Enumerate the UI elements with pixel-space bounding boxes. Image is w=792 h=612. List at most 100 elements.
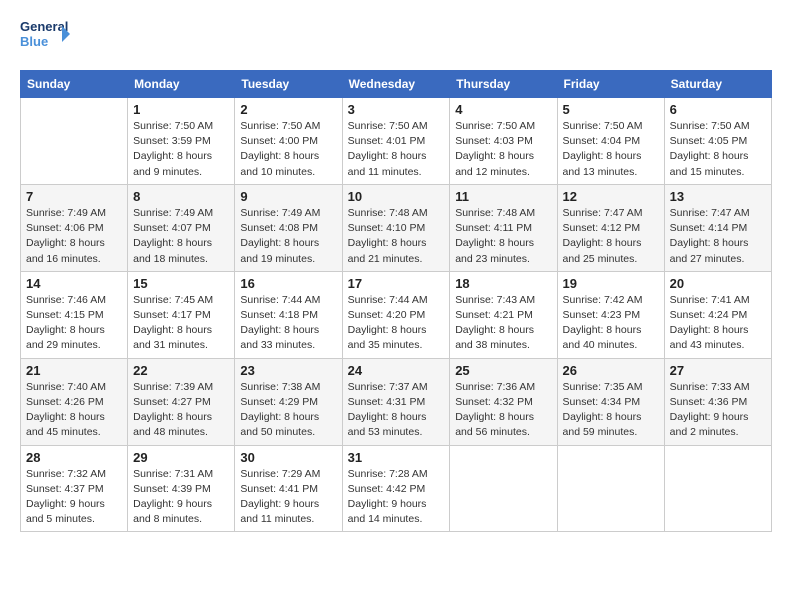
day-info: Sunrise: 7:50 AMSunset: 4:01 PMDaylight:… xyxy=(348,119,445,180)
svg-text:General: General xyxy=(20,19,68,34)
svg-text:Blue: Blue xyxy=(20,34,48,49)
day-info: Sunrise: 7:50 AMSunset: 3:59 PMDaylight:… xyxy=(133,119,229,180)
calendar-cell: 13 Sunrise: 7:47 AMSunset: 4:14 PMDayligh… xyxy=(664,184,771,271)
calendar-cell: 2Sunrise: 7:50 AMSunset: 4:00 PMDaylight… xyxy=(235,98,342,185)
day-info: Sunrise: 7:49 AMSunset: 4:06 PMDaylight:… xyxy=(26,206,122,267)
day-info: Sunrise: 7:48 AMSunset: 4:10 PMDaylight:… xyxy=(348,206,445,267)
header-cell-tuesday: Tuesday xyxy=(235,71,342,98)
day-info: Sunrise: 7:44 AMSunset: 4:20 PMDaylight:… xyxy=(348,293,445,354)
day-info: Sunrise: 7:31 AMSunset: 4:39 PMDaylight:… xyxy=(133,467,229,528)
week-row-2: 7Sunrise: 7:49 AMSunset: 4:06 PMDaylight… xyxy=(21,184,772,271)
day-info: Sunrise: 7:44 AMSunset: 4:18 PMDaylight:… xyxy=(240,293,336,354)
day-number: 29 xyxy=(133,450,229,465)
header-cell-friday: Friday xyxy=(557,71,664,98)
calendar-cell: 19 Sunrise: 7:42 AMSunset: 4:23 PMDayligh… xyxy=(557,271,664,358)
day-number: 9 xyxy=(240,189,336,204)
day-info: Sunrise: 7:45 AMSunset: 4:17 PMDaylight:… xyxy=(133,293,229,354)
calendar-cell: 25 Sunrise: 7:36 AMSunset: 4:32 PMDayligh… xyxy=(450,358,557,445)
calendar-cell: 21Sunrise: 7:40 AMSunset: 4:26 PMDayligh… xyxy=(21,358,128,445)
day-info: Sunrise: 7:49 AMSunset: 4:07 PMDaylight:… xyxy=(133,206,229,267)
day-number: 19 xyxy=(563,276,659,291)
day-number: 8 xyxy=(133,189,229,204)
week-row-3: 14Sunrise: 7:46 AMSunset: 4:15 PMDayligh… xyxy=(21,271,772,358)
calendar-cell xyxy=(557,445,664,532)
week-row-4: 21Sunrise: 7:40 AMSunset: 4:26 PMDayligh… xyxy=(21,358,772,445)
calendar-cell: 11 Sunrise: 7:48 AMSunset: 4:11 PMDayligh… xyxy=(450,184,557,271)
logo: General Blue xyxy=(20,16,70,60)
day-number: 3 xyxy=(348,102,445,117)
day-info: Sunrise: 7:35 AMSunset: 4:34 PMDaylight:… xyxy=(563,380,659,441)
day-info: Sunrise: 7:47 AMSunset: 4:12 PMDaylight:… xyxy=(563,206,659,267)
day-info: Sunrise: 7:42 AMSunset: 4:23 PMDaylight:… xyxy=(563,293,659,354)
header-cell-wednesday: Wednesday xyxy=(342,71,450,98)
day-info: Sunrise: 7:48 AMSunset: 4:11 PMDaylight:… xyxy=(455,206,551,267)
calendar-cell: 9 Sunrise: 7:49 AMSunset: 4:08 PMDaylight… xyxy=(235,184,342,271)
logo-svg: General Blue xyxy=(20,16,70,60)
calendar-cell: 16 Sunrise: 7:44 AMSunset: 4:18 PMDayligh… xyxy=(235,271,342,358)
day-number: 18 xyxy=(455,276,551,291)
calendar-cell: 24 Sunrise: 7:37 AMSunset: 4:31 PMDayligh… xyxy=(342,358,450,445)
calendar-cell: 6Sunrise: 7:50 AMSunset: 4:05 PMDaylight… xyxy=(664,98,771,185)
day-number: 25 xyxy=(455,363,551,378)
day-number: 27 xyxy=(670,363,766,378)
header-cell-saturday: Saturday xyxy=(664,71,771,98)
day-number: 13 xyxy=(670,189,766,204)
calendar-cell: 8 Sunrise: 7:49 AMSunset: 4:07 PMDaylight… xyxy=(128,184,235,271)
day-info: Sunrise: 7:38 AMSunset: 4:29 PMDaylight:… xyxy=(240,380,336,441)
calendar-cell xyxy=(21,98,128,185)
day-number: 2 xyxy=(240,102,336,117)
calendar-cell xyxy=(450,445,557,532)
day-info: Sunrise: 7:37 AMSunset: 4:31 PMDaylight:… xyxy=(348,380,445,441)
calendar-cell: 14Sunrise: 7:46 AMSunset: 4:15 PMDayligh… xyxy=(21,271,128,358)
day-number: 23 xyxy=(240,363,336,378)
day-info: Sunrise: 7:28 AMSunset: 4:42 PMDaylight:… xyxy=(348,467,445,528)
day-number: 26 xyxy=(563,363,659,378)
day-info: Sunrise: 7:41 AMSunset: 4:24 PMDaylight:… xyxy=(670,293,766,354)
calendar-cell: 30Sunrise: 7:29 AMSunset: 4:41 PMDayligh… xyxy=(235,445,342,532)
day-info: Sunrise: 7:46 AMSunset: 4:15 PMDaylight:… xyxy=(26,293,122,354)
day-number: 12 xyxy=(563,189,659,204)
calendar-table: SundayMondayTuesdayWednesdayThursdayFrid… xyxy=(20,70,772,532)
calendar-cell: 23 Sunrise: 7:38 AMSunset: 4:29 PMDayligh… xyxy=(235,358,342,445)
day-number: 28 xyxy=(26,450,122,465)
day-number: 4 xyxy=(455,102,551,117)
calendar-cell: 15 Sunrise: 7:45 AMSunset: 4:17 PMDayligh… xyxy=(128,271,235,358)
calendar-cell: 7Sunrise: 7:49 AMSunset: 4:06 PMDaylight… xyxy=(21,184,128,271)
day-info: Sunrise: 7:50 AMSunset: 4:04 PMDaylight:… xyxy=(563,119,659,180)
day-info: Sunrise: 7:47 AMSunset: 4:14 PMDaylight:… xyxy=(670,206,766,267)
header: General Blue xyxy=(20,16,772,60)
day-number: 21 xyxy=(26,363,122,378)
header-row: SundayMondayTuesdayWednesdayThursdayFrid… xyxy=(21,71,772,98)
calendar-cell: 4 Sunrise: 7:50 AMSunset: 4:03 PMDaylight… xyxy=(450,98,557,185)
header-cell-sunday: Sunday xyxy=(21,71,128,98)
day-number: 15 xyxy=(133,276,229,291)
day-number: 24 xyxy=(348,363,445,378)
calendar-cell: 28 Sunrise: 7:32 AMSunset: 4:37 PMDayligh… xyxy=(21,445,128,532)
calendar-cell: 12 Sunrise: 7:47 AMSunset: 4:12 PMDayligh… xyxy=(557,184,664,271)
day-number: 20 xyxy=(670,276,766,291)
header-cell-monday: Monday xyxy=(128,71,235,98)
day-number: 5 xyxy=(563,102,659,117)
day-number: 16 xyxy=(240,276,336,291)
day-info: Sunrise: 7:43 AMSunset: 4:21 PMDaylight:… xyxy=(455,293,551,354)
calendar-cell: 20 Sunrise: 7:41 AMSunset: 4:24 PMDayligh… xyxy=(664,271,771,358)
calendar-cell: 17Sunrise: 7:44 AMSunset: 4:20 PMDayligh… xyxy=(342,271,450,358)
calendar-cell: 31Sunrise: 7:28 AMSunset: 4:42 PMDayligh… xyxy=(342,445,450,532)
calendar-cell: 27Sunrise: 7:33 AMSunset: 4:36 PMDayligh… xyxy=(664,358,771,445)
calendar-cell: 26 Sunrise: 7:35 AMSunset: 4:34 PMDayligh… xyxy=(557,358,664,445)
header-cell-thursday: Thursday xyxy=(450,71,557,98)
day-info: Sunrise: 7:39 AMSunset: 4:27 PMDaylight:… xyxy=(133,380,229,441)
day-number: 11 xyxy=(455,189,551,204)
day-info: Sunrise: 7:50 AMSunset: 4:03 PMDaylight:… xyxy=(455,119,551,180)
calendar-cell: 5 Sunrise: 7:50 AMSunset: 4:04 PMDaylight… xyxy=(557,98,664,185)
calendar-cell: 22 Sunrise: 7:39 AMSunset: 4:27 PMDayligh… xyxy=(128,358,235,445)
day-number: 1 xyxy=(133,102,229,117)
calendar-cell xyxy=(664,445,771,532)
day-number: 30 xyxy=(240,450,336,465)
day-number: 22 xyxy=(133,363,229,378)
day-info: Sunrise: 7:49 AMSunset: 4:08 PMDaylight:… xyxy=(240,206,336,267)
day-info: Sunrise: 7:32 AMSunset: 4:37 PMDaylight:… xyxy=(26,467,122,528)
day-info: Sunrise: 7:36 AMSunset: 4:32 PMDaylight:… xyxy=(455,380,551,441)
calendar-cell: 1 Sunrise: 7:50 AMSunset: 3:59 PMDaylight… xyxy=(128,98,235,185)
week-row-1: 1 Sunrise: 7:50 AMSunset: 3:59 PMDaylight… xyxy=(21,98,772,185)
